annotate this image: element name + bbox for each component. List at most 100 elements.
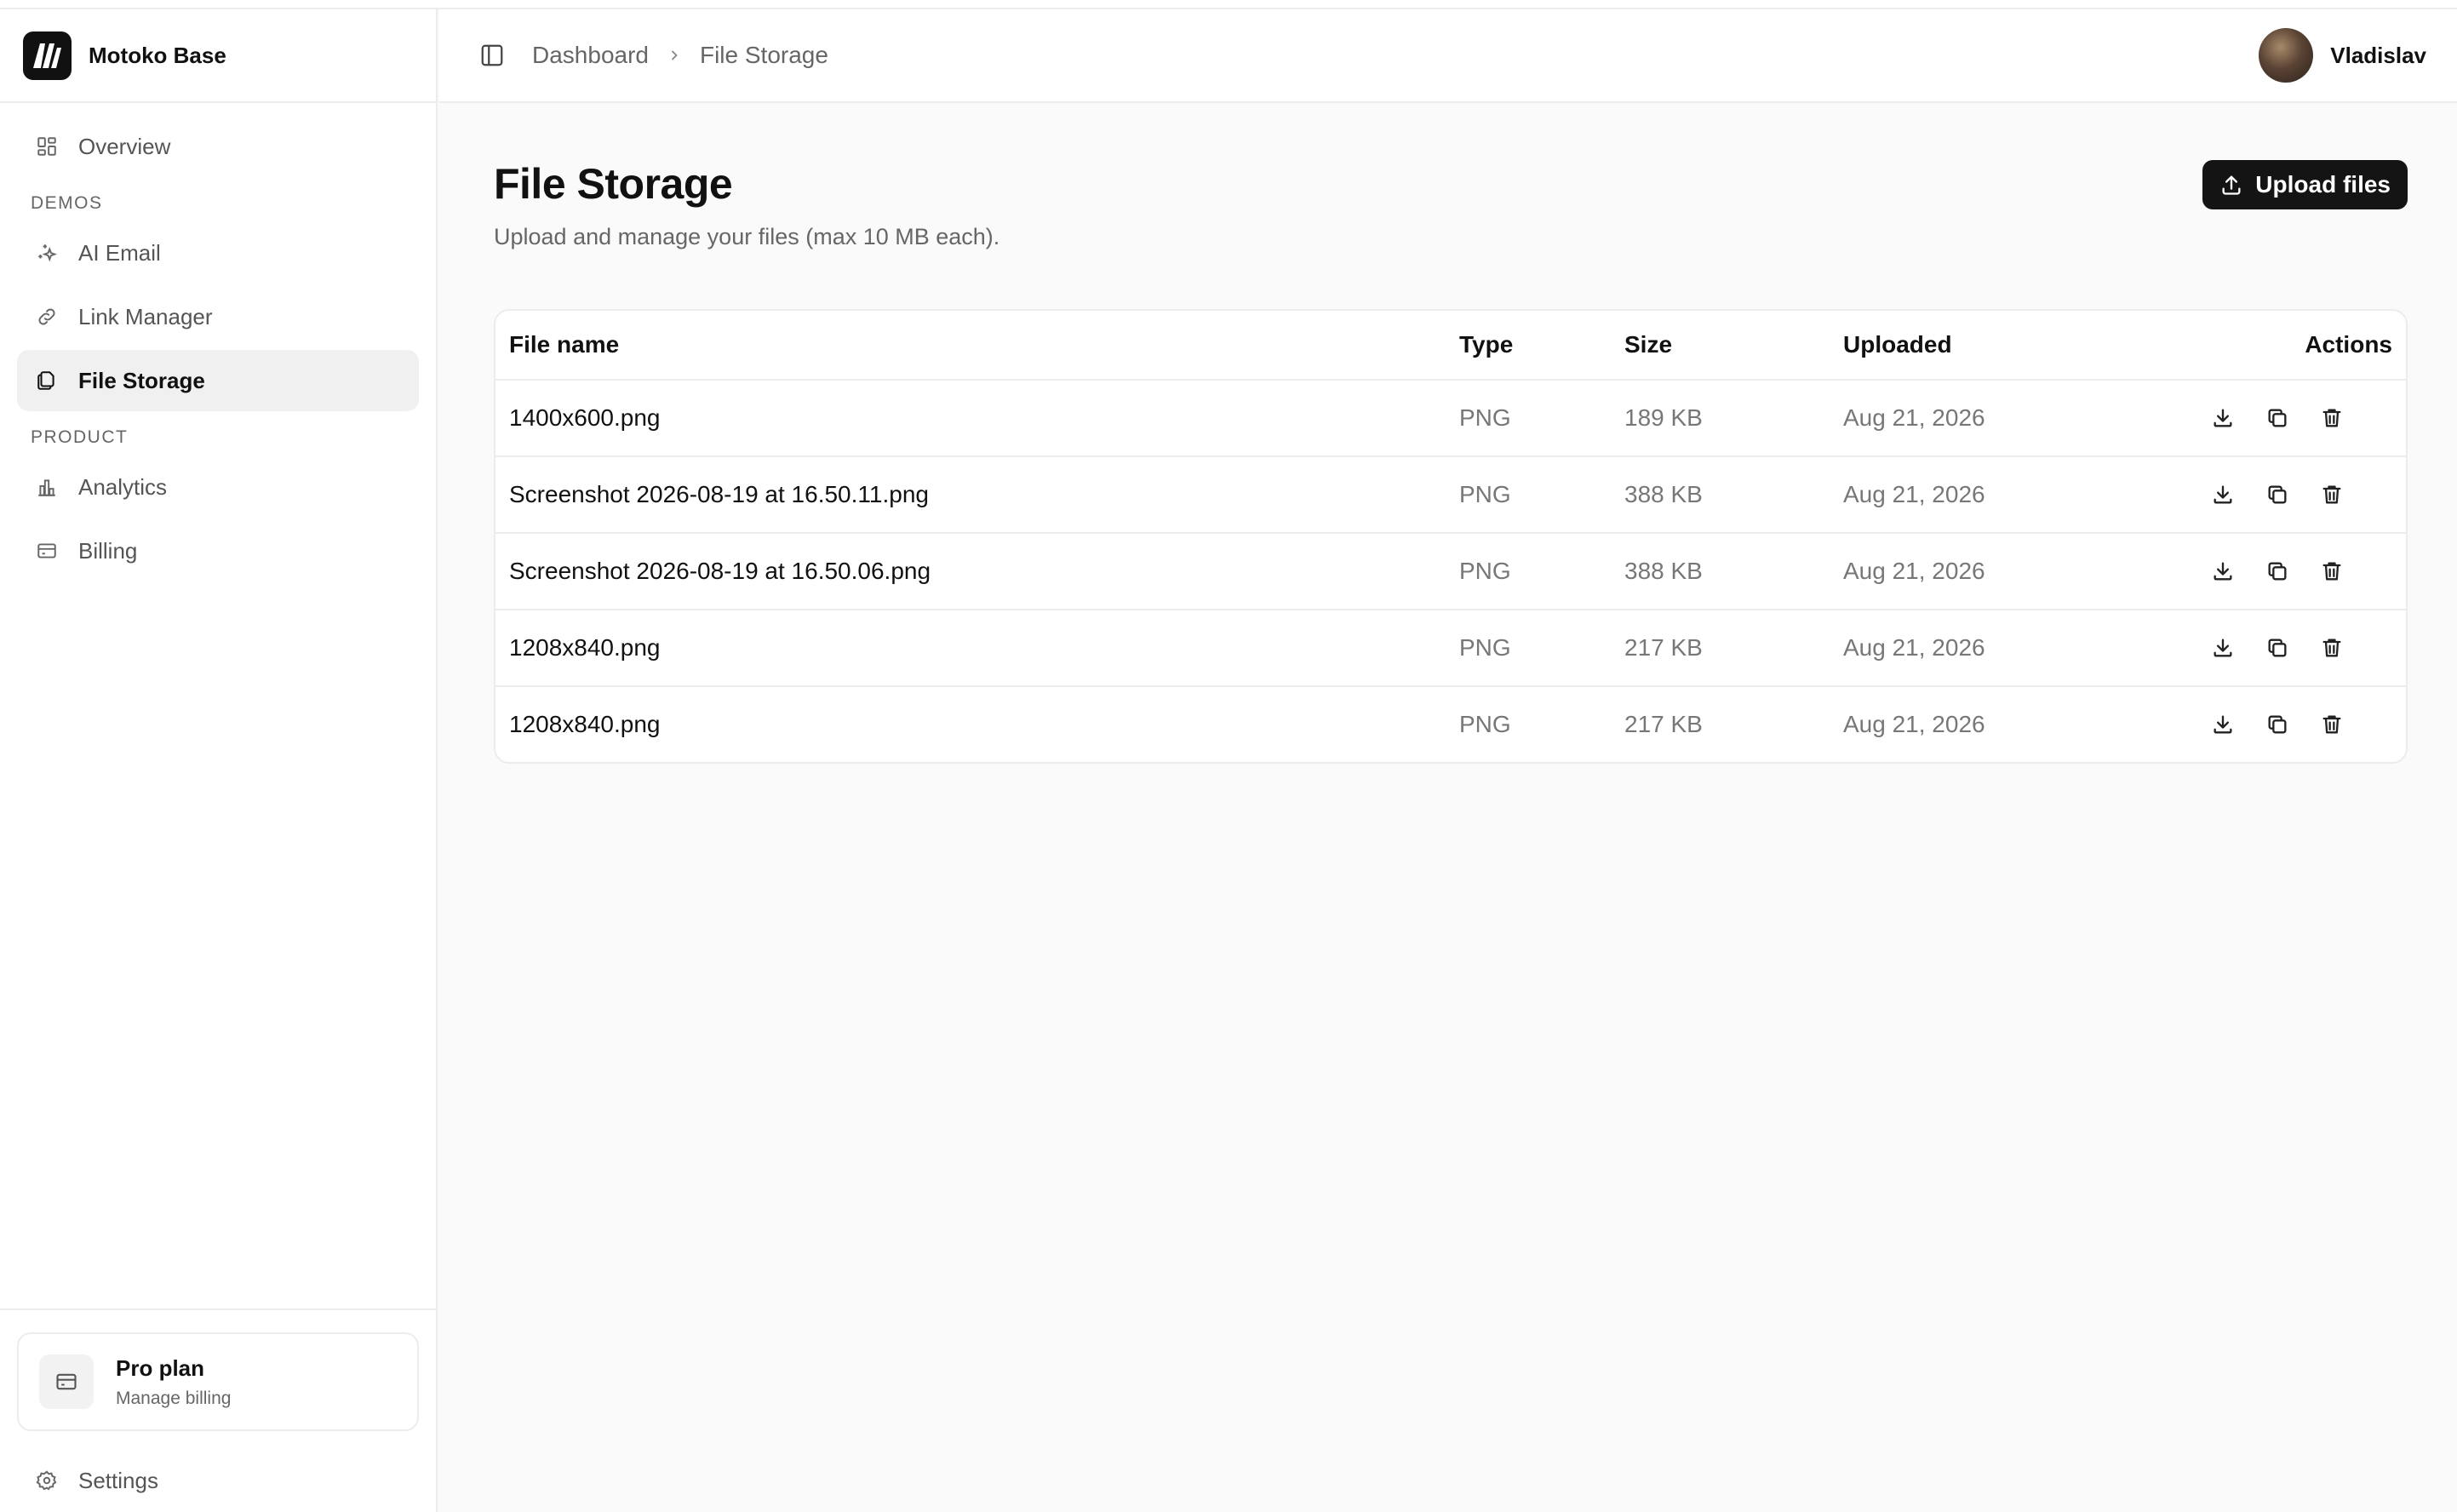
app-name: Motoko Base — [89, 42, 226, 68]
file-name: 1400x600.png — [509, 404, 661, 431]
table-row: 1208x840.png PNG 217 KB Aug 21, 2026 — [495, 609, 2406, 685]
brand[interactable]: Motoko Base — [0, 9, 436, 103]
column-header: Type — [1459, 331, 1514, 358]
download-icon[interactable] — [2208, 403, 2238, 433]
file-uploaded: Aug 21, 2026 — [1843, 404, 1985, 431]
row-actions — [2184, 709, 2369, 740]
row-actions — [2184, 556, 2369, 587]
file-name: 1208x840.png — [509, 711, 661, 737]
column-header: Actions — [2305, 331, 2392, 358]
download-icon[interactable] — [2208, 633, 2238, 663]
sidebar-item-label: File Storage — [78, 367, 205, 393]
upload-icon — [2219, 173, 2243, 197]
file-type: PNG — [1459, 634, 1511, 661]
trash-icon[interactable] — [2317, 633, 2347, 663]
file-uploaded: Aug 21, 2026 — [1843, 558, 1985, 584]
user-menu[interactable]: Vladislav — [2259, 28, 2426, 83]
plan-card[interactable]: Pro plan Manage billing — [17, 1332, 419, 1431]
table-header: File name Type Size Uploaded Actions — [495, 311, 2406, 379]
logo-icon — [23, 31, 72, 80]
trash-icon[interactable] — [2317, 709, 2347, 740]
user-name: Vladislav — [2330, 42, 2426, 68]
file-type: PNG — [1459, 558, 1511, 584]
download-icon[interactable] — [2208, 556, 2238, 587]
page-title: File Storage — [494, 160, 733, 208]
manage-billing-link[interactable]: Manage billing — [116, 1389, 231, 1409]
file-size: 217 KB — [1624, 711, 1703, 737]
column-header: Uploaded — [1843, 331, 1952, 358]
column-header: Size — [1624, 331, 1673, 358]
upload-files-button[interactable]: Upload files — [2202, 160, 2408, 209]
sidebar-item-label: Settings — [78, 1467, 158, 1493]
sidebar-section-title: DEMOS — [31, 193, 103, 213]
copy-icon[interactable] — [2262, 709, 2293, 740]
sidebar-item-label: Overview — [78, 133, 171, 159]
page-subtitle: Upload and manage your files (max 10 MB … — [494, 224, 1000, 249]
top-header: Dashboard File Storage Vladislav — [439, 9, 2457, 103]
sidebar-nav: Overview DEMOS AI Email Link Manager Fil… — [0, 103, 436, 581]
sidebar-item-label: Analytics — [78, 473, 168, 500]
file-type: PNG — [1459, 481, 1511, 507]
copy-icon[interactable] — [2262, 633, 2293, 663]
download-icon[interactable] — [2208, 479, 2238, 510]
sidebar-toggle-icon[interactable] — [478, 41, 507, 70]
sparkles-icon — [34, 240, 60, 266]
breadcrumb-dashboard[interactable]: Dashboard — [532, 42, 649, 69]
sidebar-item-link-manager[interactable]: Link Manager — [17, 286, 419, 347]
copy-icon[interactable] — [2262, 479, 2293, 510]
table-row: 1208x840.png PNG 217 KB Aug 21, 2026 — [495, 685, 2406, 762]
trash-icon[interactable] — [2317, 403, 2347, 433]
top-bar — [0, 0, 2457, 9]
sidebar-item-file-storage[interactable]: File Storage — [17, 350, 419, 411]
file-name: 1208x840.png — [509, 634, 661, 661]
table-row: Screenshot 2026-08-19 at 16.50.06.png PN… — [495, 532, 2406, 609]
file-size: 217 KB — [1624, 634, 1703, 661]
file-size: 388 KB — [1624, 558, 1703, 584]
row-actions — [2184, 479, 2369, 510]
file-size: 388 KB — [1624, 481, 1703, 507]
sidebar-section-title: PRODUCT — [31, 427, 129, 447]
link-icon — [34, 304, 60, 329]
files-table: File name Type Size Uploaded Actions 140… — [494, 309, 2408, 764]
plan-title: Pro plan — [116, 1354, 205, 1381]
sidebar-item-analytics[interactable]: Analytics — [17, 456, 419, 518]
column-header: File name — [509, 331, 620, 358]
credit-card-icon — [34, 538, 60, 564]
grid-icon — [34, 134, 60, 159]
file-uploaded: Aug 21, 2026 — [1843, 634, 1985, 661]
download-icon[interactable] — [2208, 709, 2238, 740]
sidebar-item-billing[interactable]: Billing — [17, 520, 419, 581]
gear-icon — [34, 1468, 60, 1493]
bar-chart-icon — [34, 474, 60, 500]
file-size: 189 KB — [1624, 404, 1703, 431]
credit-card-icon — [39, 1354, 94, 1409]
table-row: Screenshot 2026-08-19 at 16.50.11.png PN… — [495, 455, 2406, 532]
copy-icon[interactable] — [2262, 403, 2293, 433]
sidebar-item-label: Billing — [78, 537, 138, 564]
avatar — [2259, 28, 2314, 83]
file-name: Screenshot 2026-08-19 at 16.50.06.png — [509, 558, 931, 584]
breadcrumb: Dashboard File Storage — [532, 42, 828, 69]
copy-icon[interactable] — [2262, 556, 2293, 587]
row-actions — [2184, 403, 2369, 433]
sidebar-item-label: AI Email — [78, 239, 161, 266]
table-row: 1400x600.png PNG 189 KB Aug 21, 2026 — [495, 379, 2406, 455]
file-type: PNG — [1459, 711, 1511, 737]
files-icon — [34, 368, 60, 393]
sidebar-footer: Pro plan Manage billing Settings — [0, 1309, 436, 1512]
file-uploaded: Aug 21, 2026 — [1843, 711, 1985, 737]
upload-files-label: Upload files — [2255, 171, 2391, 198]
trash-icon[interactable] — [2317, 479, 2347, 510]
sidebar-item-overview[interactable]: Overview — [17, 116, 419, 177]
trash-icon[interactable] — [2317, 556, 2347, 587]
sidebar-item-ai-email[interactable]: AI Email — [17, 222, 419, 284]
sidebar: Motoko Base Overview DEMOS AI Email Link… — [0, 9, 438, 1512]
chevron-right-icon — [666, 47, 683, 64]
file-name: Screenshot 2026-08-19 at 16.50.11.png — [509, 481, 929, 507]
file-uploaded: Aug 21, 2026 — [1843, 481, 1985, 507]
table-body: 1400x600.png PNG 189 KB Aug 21, 2026 Scr… — [495, 379, 2406, 762]
sidebar-item-label: Link Manager — [78, 303, 213, 329]
row-actions — [2184, 633, 2369, 663]
sidebar-item-settings[interactable]: Settings — [17, 1450, 419, 1511]
file-type: PNG — [1459, 404, 1511, 431]
